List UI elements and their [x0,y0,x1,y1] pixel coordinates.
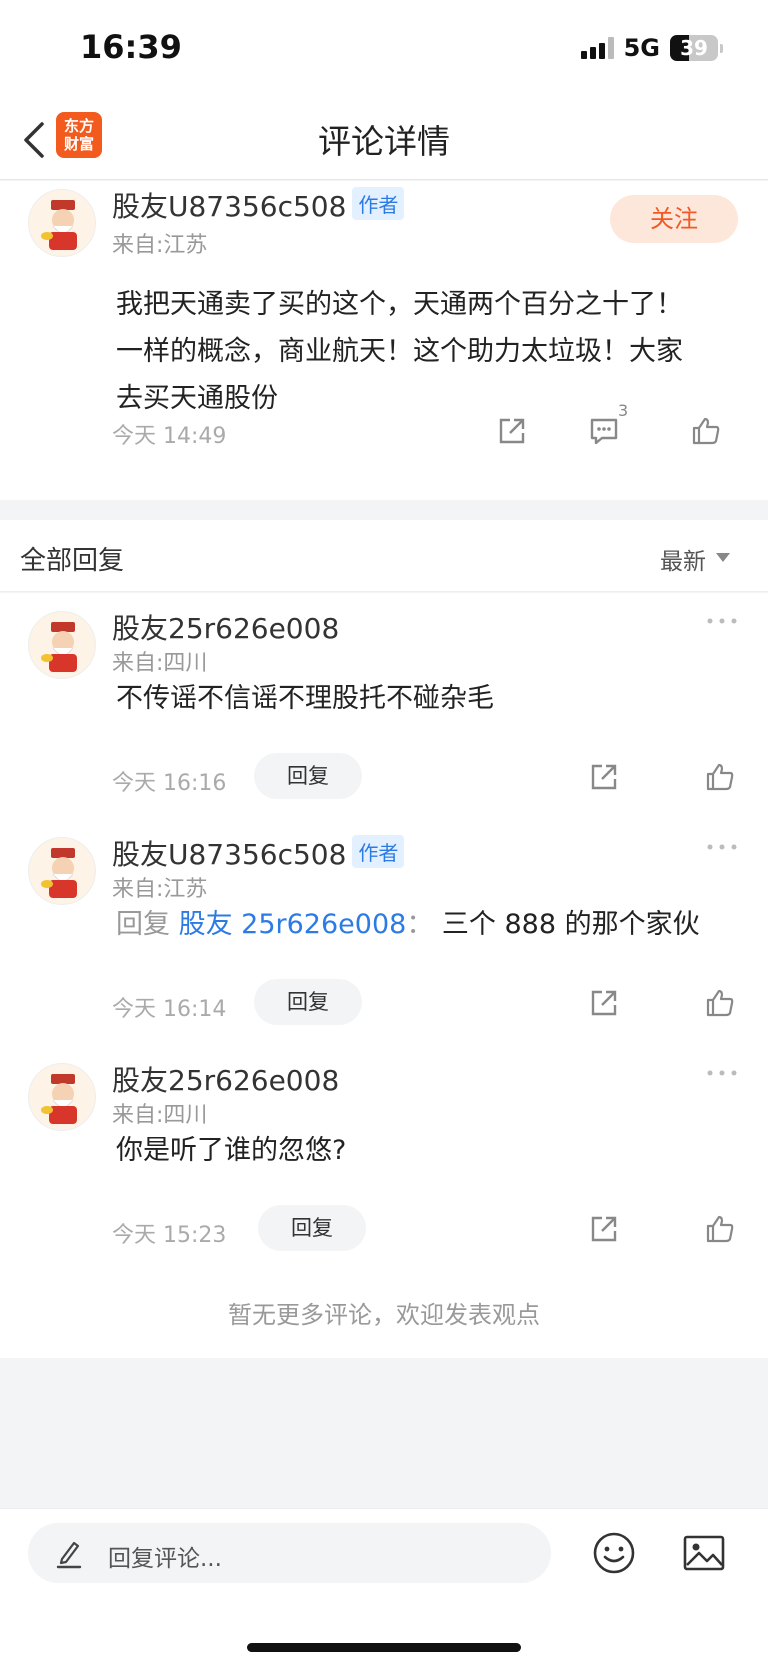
comment-icon[interactable] [588,415,620,447]
post-content: 我把天通卖了买的这个，天通两个百分之十了！ 一样的概念，商业航天！这个助力太垃圾… [116,281,746,422]
like-icon[interactable] [690,415,722,447]
avatar[interactable] [28,837,96,905]
reply-prefix: 回复 [116,909,170,940]
signal-icon [580,37,614,59]
reply-location: 来自:江苏 [112,877,208,902]
battery-icon: 39 [670,35,723,61]
home-indicator [247,1643,521,1652]
reply-item: 股友25r626e008 来自:四川 你是听了谁的忽悠? 今天 15:23 回复 [0,1045,768,1271]
more-icon[interactable] [706,843,738,851]
caishen-avatar-icon [41,622,77,672]
reply-content: 不传谣不信谣不理股托不碰杂毛 [116,683,494,714]
avatar[interactable] [28,611,96,679]
author-tag: 作者 [352,187,405,220]
caret-down-icon[interactable] [716,553,730,562]
comment-count: 3 [618,401,629,420]
reply-item: 股友U87356c508 作者 来自:江苏 回复 股友 25r626e008： 三… [0,819,768,1045]
post-line: 一样的概念，商业航天！这个助力太垃圾！大家 [116,336,683,367]
avatar[interactable] [28,189,96,257]
post-location: 来自:江苏 [112,233,208,258]
comment-input[interactable]: 回复评论... [28,1523,551,1583]
status-icons: 5G 39 [580,34,723,62]
like-icon[interactable] [704,987,736,1019]
share-icon[interactable] [588,987,620,1019]
like-icon[interactable] [704,1213,736,1245]
post-author[interactable]: 股友U87356c508 作者 [112,185,405,225]
reply-location: 来自:四川 [112,1103,208,1128]
comment-bar: 回复评论... [0,1508,768,1663]
reply-content: 回复 股友 25r626e008： 三个 888 的那个家伙 [116,905,756,945]
post-username[interactable]: 股友U87356c508 [112,190,346,223]
mention-link[interactable]: 股友 25r626e008 [179,909,407,940]
sort-dropdown[interactable]: 最新 [660,542,706,576]
separator: ： [406,909,434,940]
reply-author[interactable]: 股友U87356c508 作者 [112,833,405,873]
replies-title: 全部回复 [20,546,125,576]
reply-time: 今天 16:14 [112,997,227,1022]
replies-list: 股友25r626e008 来自:四川 不传谣不信谣不理股托不碰杂毛 今天 16:… [0,593,768,1358]
reply-button[interactable]: 回复 [254,753,362,799]
author-tag: 作者 [352,835,405,868]
replies-header: 全部回复 最新 [0,520,768,592]
post-line: 我把天通卖了买的这个，天通两个百分之十了！ [116,289,683,320]
reply-username[interactable]: 股友25r626e008 [112,607,339,647]
follow-button[interactable]: 关注 [610,195,738,243]
reply-time: 今天 16:16 [112,771,227,796]
nav-bar: 东方 财富 评论详情 [0,100,768,180]
empty-tip: 暂无更多评论，欢迎发表观点 [228,1301,540,1329]
main-post: 股友U87356c508 作者 来自:江苏 关注 我把天通卖了买的这个，天通两个百… [0,181,768,500]
share-icon[interactable] [496,415,528,447]
comment-placeholder: 回复评论... [108,1546,222,1572]
post-time: 今天 14:49 [112,424,227,449]
share-icon[interactable] [588,1213,620,1245]
pen-icon [56,1541,82,1569]
reply-item: 股友25r626e008 来自:四川 不传谣不信谣不理股托不碰杂毛 今天 16:… [0,593,768,819]
network-label: 5G [623,34,660,62]
like-icon[interactable] [704,761,736,793]
caishen-avatar-icon [41,200,77,250]
status-bar: 16:39 5G 39 [0,0,768,100]
reply-content: 你是听了谁的忽悠? [116,1135,347,1166]
reply-time: 今天 15:23 [112,1223,227,1248]
image-icon[interactable] [682,1533,726,1573]
reply-text: 三个 888 的那个家伙 [441,909,700,940]
reply-username[interactable]: 股友U87356c508 [112,838,346,871]
battery-level: 39 [680,36,708,60]
more-icon[interactable] [706,1069,738,1077]
reply-button[interactable]: 回复 [254,979,362,1025]
status-time: 16:39 [80,28,182,66]
emoji-icon[interactable] [592,1531,636,1575]
post-line: 去买天通股份 [116,383,278,414]
page-title: 评论详情 [318,122,450,161]
reply-location: 来自:四川 [112,651,208,676]
more-icon[interactable] [706,617,738,625]
reply-username[interactable]: 股友25r626e008 [112,1059,339,1099]
caishen-avatar-icon [41,848,77,898]
reply-button[interactable]: 回复 [258,1205,366,1251]
share-icon[interactable] [588,761,620,793]
caishen-avatar-icon [41,1074,77,1124]
avatar[interactable] [28,1063,96,1131]
